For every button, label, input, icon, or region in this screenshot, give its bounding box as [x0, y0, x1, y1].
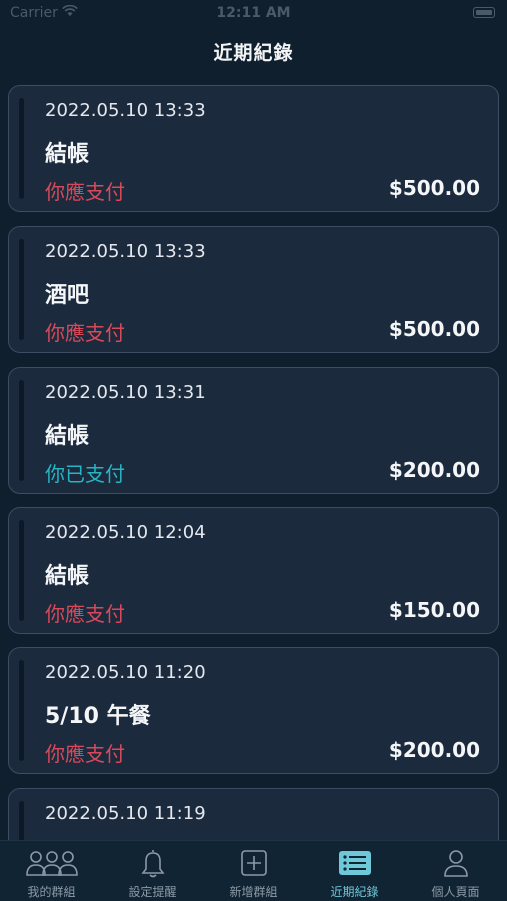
record-card[interactable]: 2022.05.10 13:33 結帳 你應支付 $500.00	[8, 85, 499, 212]
page-title: 近期紀錄	[213, 42, 294, 64]
tab-recent-records[interactable]: 近期紀錄	[304, 841, 405, 901]
tab-label: 新增群組	[229, 885, 278, 899]
record-card[interactable]: 2022.05.10 12:04 結帳 你應支付 $150.00	[8, 507, 499, 634]
status-bar: Carrier 12:11 AM	[0, 0, 507, 28]
record-status: 你應支付	[45, 602, 125, 626]
card-accent-bar	[19, 801, 24, 840]
record-title: 結帳	[45, 142, 90, 167]
person-icon	[405, 847, 506, 879]
record-amount: $500.00	[388, 176, 480, 200]
record-date: 2022.05.10 13:33	[45, 241, 206, 262]
tab-bar: 我的群組 設定提醒 新增群組 近期紀錄 個人頁面	[0, 840, 507, 901]
record-status: 你應支付	[45, 321, 125, 345]
tab-profile[interactable]: 個人頁面	[405, 841, 506, 901]
record-date: 2022.05.10 13:33	[45, 100, 206, 121]
tab-label: 近期紀錄	[330, 885, 379, 899]
list-icon	[304, 847, 405, 879]
records-list[interactable]: 2022.05.10 13:33 結帳 你應支付 $500.00 2022.05…	[0, 85, 507, 840]
record-date: 2022.05.10 13:31	[45, 382, 206, 403]
record-date: 2022.05.10 11:19	[45, 803, 206, 824]
record-amount: $150.00	[388, 598, 480, 622]
tab-my-groups[interactable]: 我的群組	[1, 841, 102, 901]
group-icon	[1, 847, 102, 879]
bell-icon	[102, 847, 203, 879]
record-status: 你應支付	[45, 742, 125, 766]
card-accent-bar	[19, 380, 24, 481]
tab-label: 個人頁面	[431, 885, 480, 899]
card-accent-bar	[19, 239, 24, 340]
record-status: 你已支付	[45, 462, 125, 486]
record-card[interactable]: 2022.05.10 13:31 結帳 你已支付 $200.00	[8, 367, 499, 494]
tab-reminders[interactable]: 設定提醒	[102, 841, 203, 901]
card-accent-bar	[19, 520, 24, 621]
record-card[interactable]: 2022.05.10 13:33 酒吧 你應支付 $500.00	[8, 226, 499, 353]
tab-add-group[interactable]: 新增群組	[203, 841, 304, 901]
record-amount: $200.00	[388, 458, 480, 482]
record-status: 你應支付	[45, 180, 125, 204]
battery-icon	[473, 7, 495, 18]
record-amount: $200.00	[388, 738, 480, 762]
status-time: 12:11 AM	[216, 5, 291, 21]
record-title: 酒吧	[45, 283, 90, 308]
record-date: 2022.05.10 11:20	[45, 662, 206, 683]
record-amount: $500.00	[388, 317, 480, 341]
card-accent-bar	[19, 660, 24, 761]
card-accent-bar	[19, 98, 24, 199]
record-date: 2022.05.10 12:04	[45, 522, 206, 543]
tab-label: 我的群組	[27, 885, 76, 899]
record-title: 5/10 午餐	[45, 704, 151, 729]
add-square-icon	[203, 847, 304, 879]
record-title: 結帳	[45, 564, 90, 589]
record-card[interactable]: 2022.05.10 11:19	[8, 788, 499, 840]
record-card[interactable]: 2022.05.10 11:20 5/10 午餐 你應支付 $200.00	[8, 647, 499, 774]
tab-label: 設定提醒	[128, 885, 177, 899]
record-title: 結帳	[45, 424, 90, 449]
